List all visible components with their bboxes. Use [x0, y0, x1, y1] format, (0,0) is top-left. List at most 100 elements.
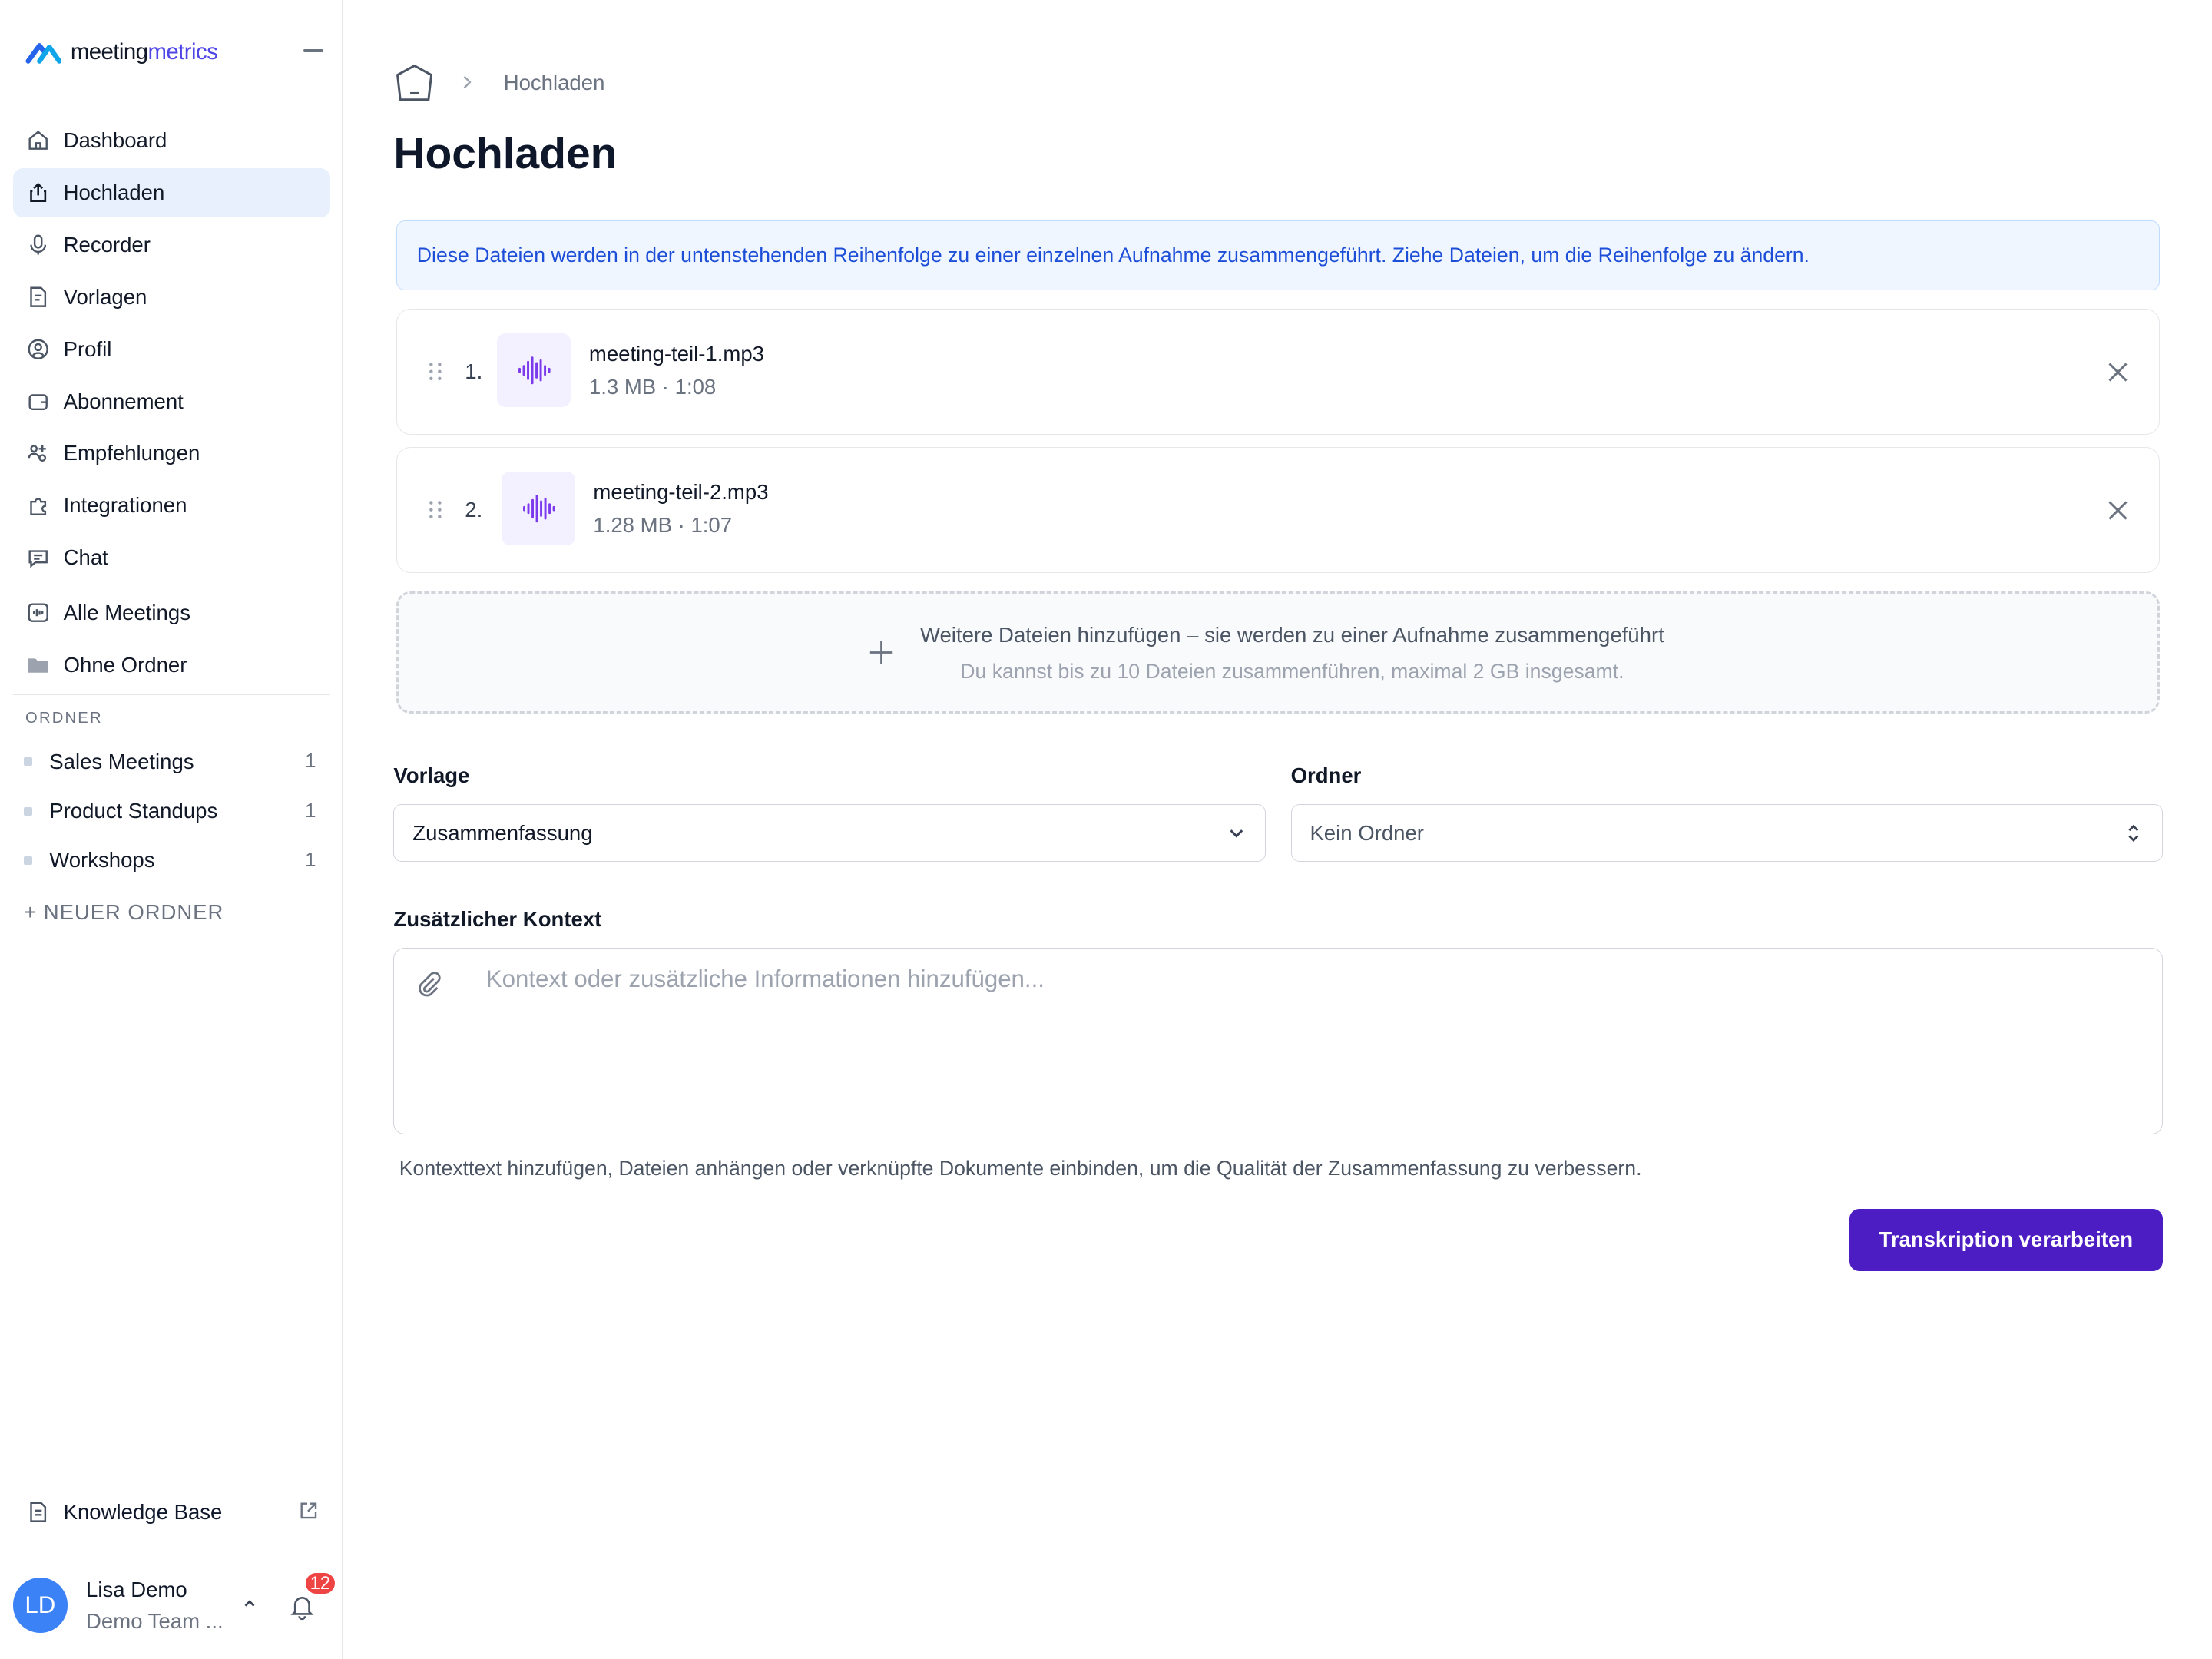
- sidebar-item-label: Abonnement: [63, 389, 184, 413]
- knowledge-base-link[interactable]: Knowledge Base: [13, 1488, 330, 1536]
- logo-icon: [25, 43, 62, 64]
- sidebar-item-abonnement[interactable]: Abonnement: [13, 376, 330, 426]
- user-team: Demo Team ...: [86, 1608, 224, 1633]
- sidebar-item-label: Profil: [63, 336, 112, 361]
- notification-badge: 12: [303, 1571, 337, 1597]
- file-index: 2.: [465, 497, 483, 522]
- sidebar: meetingmetrics Dashboard Hochladen Recor…: [0, 0, 343, 1659]
- add-files-dropzone[interactable]: Weitere Dateien hinzufügen – sie werden …: [396, 591, 2160, 714]
- file-name: meeting-teil-1.mp3: [588, 342, 764, 366]
- sidebar-item-label: Ohne Ordner: [63, 652, 187, 677]
- sidebar-item-label: Alle Meetings: [63, 601, 190, 624]
- remove-file-icon[interactable]: [2105, 498, 2131, 523]
- brand-name: meetingmetrics: [70, 39, 218, 65]
- context-box: [393, 948, 2163, 1134]
- file-item[interactable]: 2. meeting-teil-2.mp3 1.28 MB · 1:07: [396, 447, 2160, 573]
- folder-item-sales-meetings[interactable]: Sales Meetings 1: [13, 739, 330, 784]
- sidebar-item-recorder[interactable]: Recorder: [13, 220, 330, 270]
- sidebar-item-label: Empfehlungen: [63, 441, 200, 465]
- folders-heading: ORDNER: [25, 709, 103, 727]
- user-menu[interactable]: LD Lisa Demo Demo Team ... 12: [0, 1547, 343, 1659]
- folder-count: 1: [305, 849, 316, 871]
- upload-icon: [27, 181, 49, 204]
- drag-handle-icon[interactable]: [426, 360, 445, 382]
- folder-select[interactable]: Kein Ordner: [1290, 803, 2163, 863]
- minus-icon: [303, 49, 323, 52]
- collapse-sidebar-button[interactable]: [299, 37, 327, 65]
- sidebar-divider: [12, 694, 330, 696]
- sidebar-item-profil[interactable]: Profil: [13, 324, 330, 373]
- folder-name: Product Standups: [49, 799, 218, 823]
- drag-handle-icon[interactable]: [426, 498, 445, 521]
- sidebar-nav: Dashboard Hochladen Recorder Vorlagen Pr…: [12, 116, 330, 693]
- audio-file-icon: [27, 601, 49, 624]
- microphone-icon: [27, 233, 49, 256]
- knowledge-base-label: Knowledge Base: [63, 1499, 223, 1524]
- avatar: LD: [12, 1578, 68, 1634]
- folder-item-workshops[interactable]: Workshops 1: [13, 838, 330, 883]
- sidebar-item-dashboard[interactable]: Dashboard: [13, 116, 330, 165]
- audio-wave-icon: [497, 333, 571, 407]
- template-label: Vorlage: [393, 763, 470, 787]
- sidebar-item-label: Integrationen: [63, 493, 187, 518]
- sidebar-item-integrationen[interactable]: Integrationen: [13, 481, 330, 530]
- folder-count: 1: [305, 750, 316, 773]
- brand-logo[interactable]: meetingmetrics: [25, 39, 218, 65]
- folder-icon: [27, 654, 49, 676]
- context-hint: Kontexttext hinzufügen, Dateien anhängen…: [399, 1157, 1642, 1181]
- chevron-down-icon: [1230, 829, 1243, 838]
- sidebar-item-hochladen[interactable]: Hochladen: [12, 167, 330, 217]
- sidebar-item-label: Chat: [63, 545, 108, 570]
- external-link-icon: [300, 1502, 317, 1519]
- dropzone-subtitle: Du kannst bis zu 10 Dateien zusammenführ…: [960, 659, 1624, 683]
- sidebar-item-ohne-ordner[interactable]: Ohne Ordner: [13, 641, 330, 690]
- folder-label: Ordner: [1290, 763, 1362, 787]
- template-select[interactable]: Zusammenfassung: [393, 803, 1266, 863]
- breadcrumb-current: Hochladen: [503, 70, 605, 94]
- folder-name: Sales Meetings: [49, 749, 194, 773]
- sidebar-item-label: Dashboard: [63, 127, 167, 152]
- remove-file-icon[interactable]: [2105, 359, 2131, 385]
- bell-icon[interactable]: [288, 1592, 316, 1621]
- sidebar-item-alle-meetings[interactable]: Alle Meetings: [13, 588, 330, 637]
- user-name: Lisa Demo: [86, 1578, 187, 1602]
- wallet-icon: [27, 390, 49, 412]
- file-index: 1.: [465, 359, 483, 383]
- puzzle-icon: [27, 495, 49, 517]
- file-meta: 1.3 MB · 1:08: [588, 374, 717, 399]
- home-icon: [27, 129, 49, 151]
- referral-icon: [27, 442, 49, 465]
- sidebar-item-empfehlungen[interactable]: Empfehlungen: [13, 429, 330, 478]
- chevron-right-icon: [463, 75, 472, 88]
- process-transcription-button[interactable]: Transkription verarbeiten: [1849, 1209, 2163, 1271]
- sidebar-item-chat[interactable]: Chat: [13, 533, 330, 582]
- chevron-up-icon[interactable]: [241, 1594, 258, 1611]
- paperclip-icon[interactable]: [416, 970, 444, 998]
- folder-item-product-standups[interactable]: Product Standups 1: [13, 789, 330, 834]
- main-content: Hochladen Hochladen Diese Dateien werden…: [344, 0, 2212, 1659]
- profile-icon: [27, 338, 49, 360]
- audio-wave-icon: [502, 472, 575, 545]
- file-meta: 1.28 MB · 1:07: [593, 512, 733, 537]
- folder-dot: [24, 856, 33, 865]
- sidebar-item-vorlagen[interactable]: Vorlagen: [13, 272, 330, 321]
- template-icon: [27, 286, 49, 308]
- document-icon: [30, 1502, 46, 1523]
- home-icon[interactable]: [393, 62, 435, 104]
- folder-count: 1: [305, 800, 316, 822]
- sidebar-item-label: Hochladen: [63, 180, 165, 204]
- template-select-value: Zusammenfassung: [412, 820, 593, 845]
- folder-select-value: Kein Ordner: [1310, 820, 1424, 845]
- new-folder-button[interactable]: + NEUER ORDNER: [24, 900, 224, 925]
- chat-icon: [27, 547, 49, 569]
- dropzone-title: Weitere Dateien hinzufügen – sie werden …: [919, 623, 1664, 647]
- chevron-up-down-icon: [2128, 824, 2139, 842]
- folder-dot: [24, 806, 33, 816]
- file-item[interactable]: 1. meeting-teil-1.mp3 1.3 MB · 1:08: [396, 309, 2160, 435]
- sidebar-item-label: Recorder: [63, 232, 151, 257]
- context-label: Zusätzlicher Kontext: [393, 906, 602, 931]
- sidebar-item-label: Vorlagen: [63, 284, 147, 309]
- context-input[interactable]: [485, 965, 2137, 1107]
- folder-name: Workshops: [49, 848, 155, 873]
- folder-dot: [24, 757, 33, 767]
